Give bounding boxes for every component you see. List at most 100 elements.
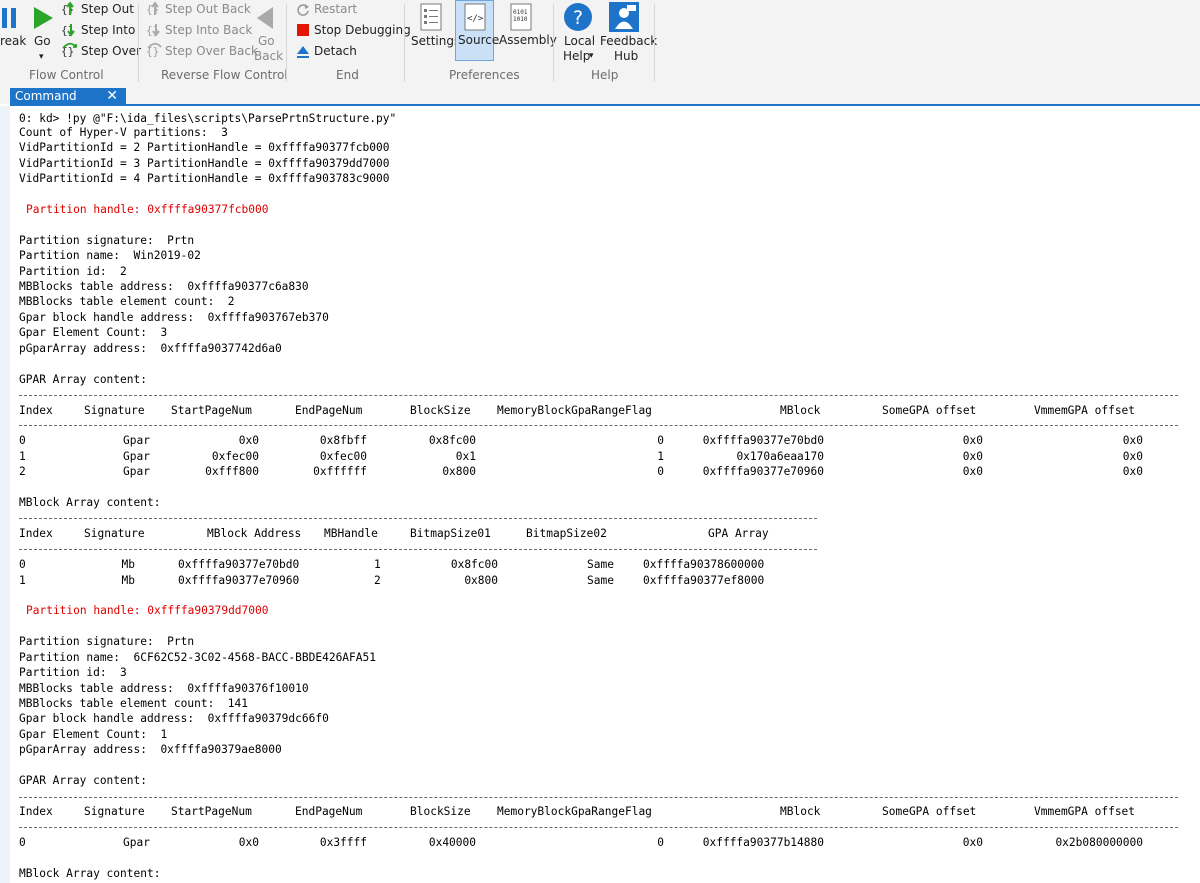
cell-flag: 0 — [657, 465, 664, 478]
cell-index: 0 — [19, 434, 26, 447]
break-button[interactable]: reak — [0, 34, 26, 48]
go-back-button-line2[interactable]: Back — [254, 49, 283, 63]
partition-info-line: Partition name: 6CF62C52-3C02-4568-BACC-… — [19, 651, 376, 664]
debugger-ribbon: reak Go ▾ {} Step Out {} Step Into {} St… — [0, 0, 1200, 89]
gpar-header-blocksize: BlockSize — [410, 404, 471, 417]
group-label-reverse-flow-control: Reverse Flow Control — [161, 68, 288, 82]
stop-icon[interactable] — [297, 24, 309, 36]
gpar-title: GPAR Array content: — [19, 774, 147, 787]
gpar-header-index: Index — [19, 404, 53, 417]
mblock-header-index: Index — [19, 527, 53, 540]
mblock-title: MBlock Array content: — [19, 496, 161, 509]
local-help-dropdown-icon[interactable]: ▾ — [589, 49, 594, 63]
settings-icon[interactable] — [420, 3, 442, 31]
cell-mblock: 0xffffa90377e70bd0 — [702, 434, 824, 447]
output-line: VidPartitionId = 2 PartitionHandle = 0xf… — [19, 141, 390, 154]
step-out-button[interactable]: Step Out — [81, 2, 134, 16]
assembly-button[interactable]: Assembly — [499, 33, 557, 47]
step-over-button[interactable]: Step Over — [81, 44, 141, 58]
restart-button[interactable]: Restart — [314, 2, 357, 16]
cell-endpagenum: 0xfec00 — [319, 450, 367, 463]
window-left-edge — [0, 106, 10, 883]
step-into-back-icon: {} — [146, 22, 164, 38]
break-icon[interactable] — [1, 7, 21, 29]
cell-index: 1 — [19, 450, 26, 463]
partition-info-line: pGparArray address: 0xffffa9037742d6a0 — [19, 342, 282, 355]
feedback-hub-button-line2[interactable]: Hub — [614, 49, 638, 63]
svg-text:?: ? — [573, 7, 583, 29]
cell-mblock-address: 0xffffa90377e70bd0 — [178, 558, 300, 571]
settings-button[interactable]: Settings — [411, 34, 460, 48]
gpar-header-startpagenum: StartPageNum — [171, 404, 252, 417]
source-icon[interactable]: </> — [464, 3, 486, 31]
partition-info-line: Partition signature: Prtn — [19, 635, 195, 648]
group-label-help: Help — [591, 68, 619, 82]
local-help-button-line2[interactable]: Help — [563, 49, 590, 63]
go-back-button-line1[interactable]: Go — [258, 34, 275, 48]
step-out-back-icon: {} — [146, 1, 164, 17]
tab-command[interactable]: Command ✕ — [10, 88, 126, 104]
tab-strip — [0, 88, 1200, 104]
partition-info-line: Gpar Element Count: 3 — [19, 326, 168, 339]
gpar-header-startpagenum: StartPageNum — [171, 805, 252, 818]
svg-text:{}: {} — [61, 24, 74, 37]
go-button[interactable]: Go — [34, 34, 51, 48]
group-label-preferences: Preferences — [449, 68, 520, 82]
cell-startpagenum: 0x0 — [238, 434, 259, 447]
gpar-header-flag: MemoryBlockGpaRangeFlag — [497, 404, 652, 417]
cell-blocksize: 0x8fc00 — [428, 434, 476, 447]
svg-text:</>: </> — [467, 14, 484, 24]
partition-info-line: Gpar Element Count: 1 — [19, 728, 168, 741]
mblock-header-signature: Signature — [84, 527, 145, 540]
source-button-label[interactable]: Source — [458, 33, 499, 47]
step-over-back-icon: {} — [146, 42, 164, 58]
cell-mblock: 0xffffa90377b14880 — [702, 836, 824, 849]
step-into-button[interactable]: Step Into — [81, 23, 135, 37]
step-into-back-button[interactable]: Step Into Back — [165, 23, 252, 37]
cell-vmmemgpa: 0x0 — [1122, 450, 1143, 463]
stop-debugging-button[interactable]: Stop Debugging — [314, 23, 411, 37]
step-into-icon[interactable]: {} — [61, 22, 79, 38]
cell-vmmemgpa: 0x2b080000000 — [1055, 836, 1143, 849]
local-help-button-line1[interactable]: Local — [564, 34, 595, 48]
mblock-header-gpa-array: GPA Array — [708, 527, 769, 540]
detach-button[interactable]: Detach — [314, 44, 357, 58]
cell-mbhandle: 1 — [374, 558, 381, 571]
gpar-header-somegpa: SomeGPA offset — [882, 404, 977, 417]
partition-info-line: Partition signature: Prtn — [19, 234, 195, 247]
table-rule — [19, 395, 1178, 396]
go-dropdown-icon[interactable]: ▾ — [39, 50, 44, 64]
cell-bitmap02: Same — [587, 574, 614, 587]
svg-text:0101: 0101 — [513, 9, 528, 16]
cell-blocksize: 0x1 — [455, 450, 476, 463]
close-icon[interactable]: ✕ — [106, 88, 118, 104]
cell-signature: Gpar — [123, 434, 150, 447]
ribbon-separator — [404, 4, 405, 82]
step-over-icon[interactable]: {} — [61, 42, 79, 58]
tab-command-label: Command — [15, 89, 77, 103]
go-icon[interactable] — [31, 6, 55, 30]
assembly-icon[interactable]: 0101 1010 — [510, 3, 532, 31]
step-out-back-button[interactable]: Step Out Back — [165, 2, 251, 16]
restart-icon — [296, 2, 310, 16]
cell-gpa-array: 0xffffa90377ef8000 — [643, 574, 765, 587]
cell-endpagenum: 0x3ffff — [319, 836, 367, 849]
step-out-icon[interactable]: {} — [61, 1, 79, 17]
gpar-header-mblock: MBlock — [780, 805, 821, 818]
help-icon[interactable]: ? — [563, 2, 593, 32]
cell-index: 0 — [19, 836, 26, 849]
feedback-hub-button-line1[interactable]: Feedback — [600, 34, 657, 48]
cell-index: 1 — [19, 574, 26, 587]
gpar-header-signature: Signature — [84, 805, 145, 818]
feedback-icon[interactable] — [609, 2, 639, 32]
ribbon-separator — [654, 4, 655, 82]
go-back-icon — [255, 6, 275, 30]
output-line: VidPartitionId = 3 PartitionHandle = 0xf… — [19, 157, 390, 170]
cell-somegpa: 0x0 — [962, 450, 983, 463]
step-over-back-button[interactable]: Step Over Back — [165, 44, 258, 58]
partition-info-line: Partition id: 3 — [19, 666, 127, 679]
cell-endpagenum: 0x8fbff — [319, 434, 367, 447]
gpar-header-index: Index — [19, 805, 53, 818]
detach-icon[interactable] — [296, 44, 310, 58]
cell-somegpa: 0x0 — [962, 836, 983, 849]
